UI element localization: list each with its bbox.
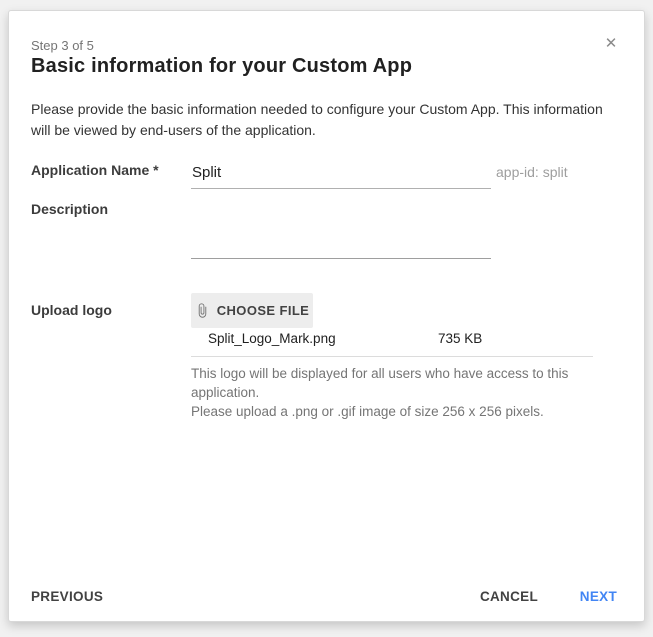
intro-text: Please provide the basic information nee…: [31, 99, 619, 141]
upload-logo-label: Upload logo: [31, 302, 112, 318]
app-id-hint: app-id: split: [496, 164, 568, 180]
choose-file-label: CHOOSE FILE: [217, 303, 310, 318]
close-icon[interactable]: ✕: [602, 35, 620, 53]
step-indicator: Step 3 of 5: [31, 38, 94, 53]
file-row-divider: [191, 356, 593, 357]
page-background: Step 3 of 5 Basic information for your C…: [0, 0, 653, 637]
cancel-button[interactable]: CANCEL: [480, 589, 538, 604]
upload-helper-line1: This logo will be displayed for all user…: [191, 364, 601, 402]
next-button[interactable]: NEXT: [580, 589, 617, 604]
uploaded-file-row: Split_Logo_Mark.png 735 KB: [191, 331, 593, 349]
choose-file-button[interactable]: CHOOSE FILE: [191, 293, 313, 328]
application-name-label: Application Name *: [31, 162, 159, 178]
description-input[interactable]: [191, 227, 491, 259]
dialog-title: Basic information for your Custom App: [31, 55, 412, 78]
file-name: Split_Logo_Mark.png: [208, 331, 336, 346]
upload-helper-text: This logo will be displayed for all user…: [191, 364, 601, 421]
upload-helper-line2: Please upload a .png or .gif image of si…: [191, 402, 601, 421]
file-size: 735 KB: [438, 331, 482, 346]
custom-app-dialog: Step 3 of 5 Basic information for your C…: [8, 10, 645, 622]
application-name-input[interactable]: [191, 157, 491, 189]
previous-button[interactable]: PREVIOUS: [31, 589, 103, 604]
description-label: Description: [31, 201, 108, 217]
paperclip-icon: [195, 303, 210, 318]
